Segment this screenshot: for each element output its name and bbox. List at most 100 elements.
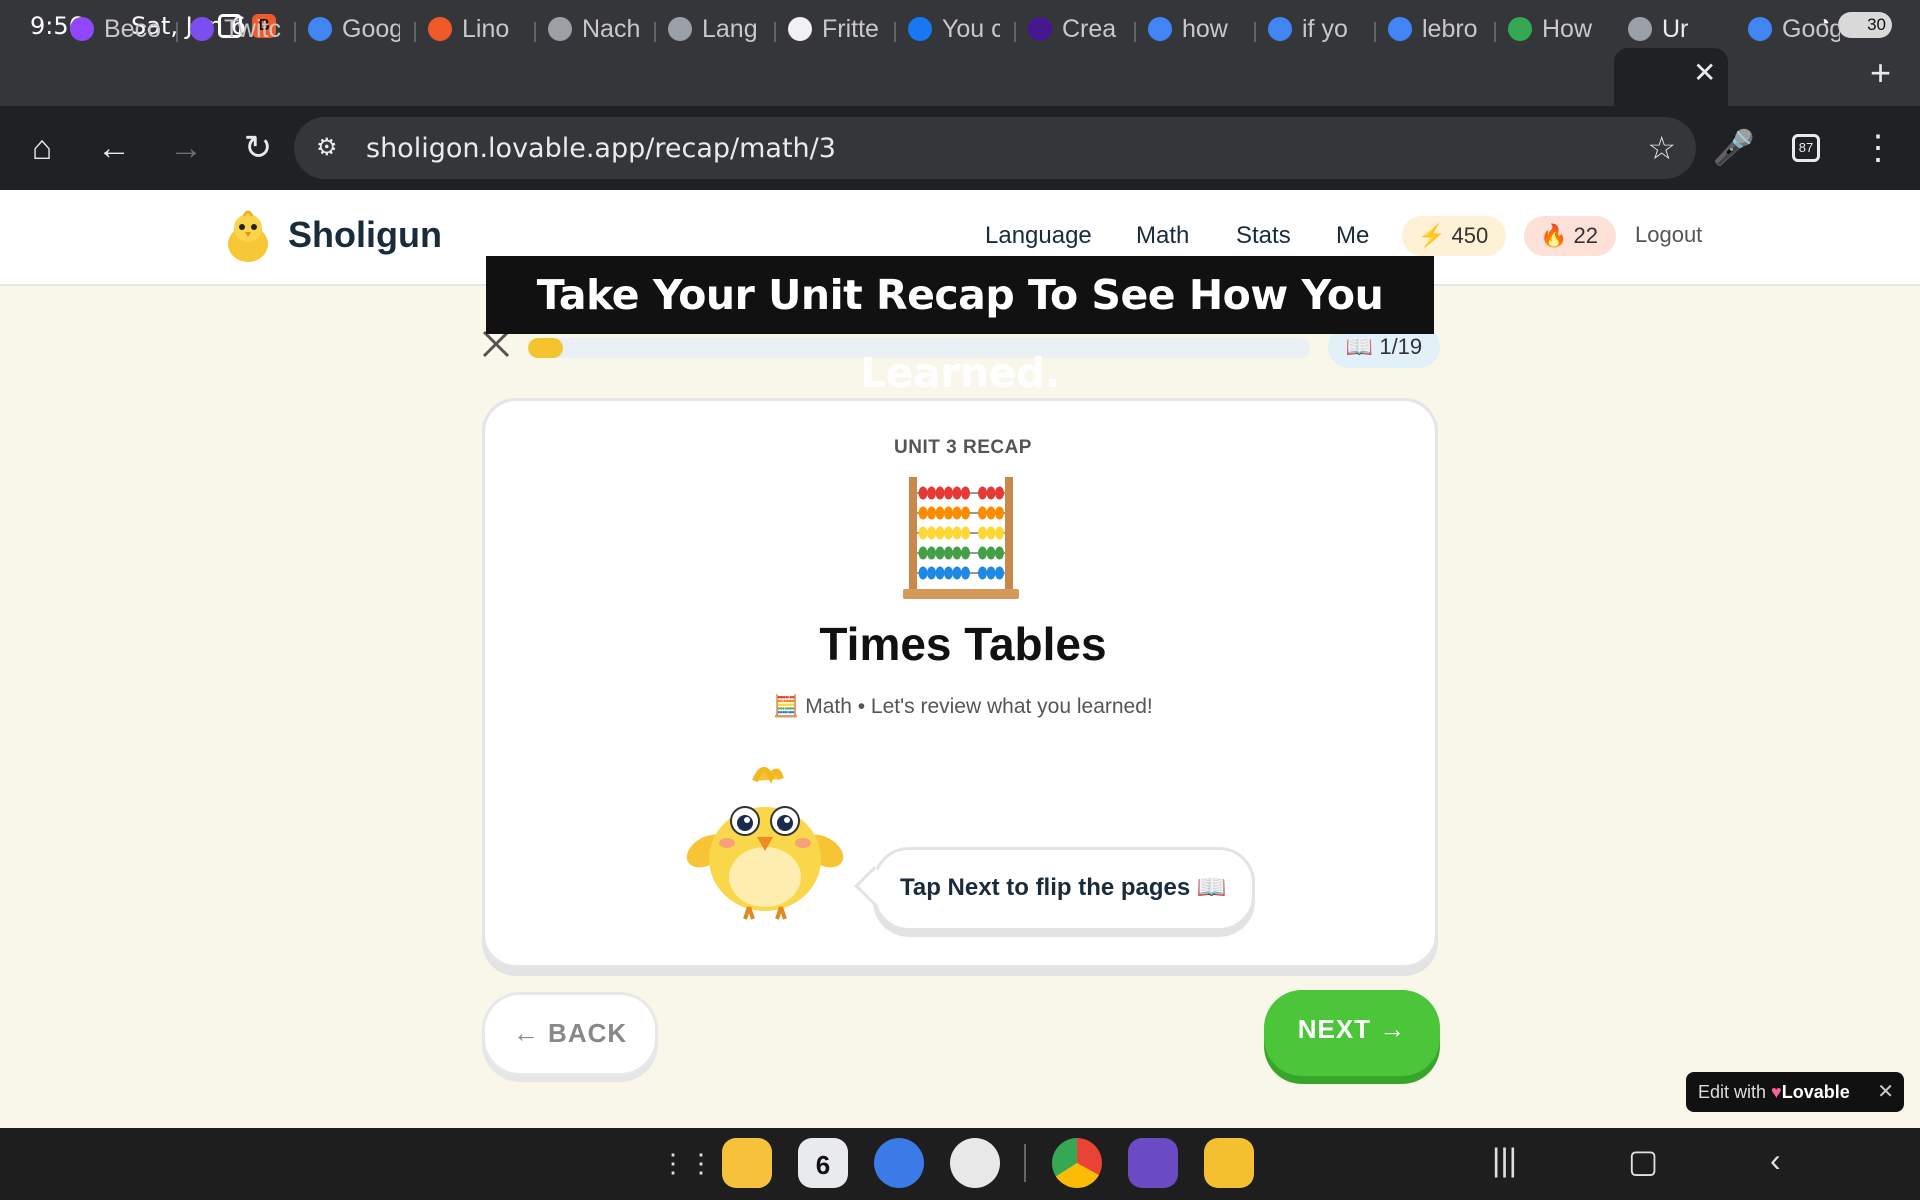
browser-tab[interactable]: Goog [308, 10, 400, 48]
abacus-bead [978, 526, 987, 540]
tab-label: Ur [1662, 14, 1688, 43]
browser-tab[interactable]: Lino [428, 10, 520, 48]
browser-tab[interactable]: how [1148, 10, 1240, 48]
browser-tab[interactable]: Lang [668, 10, 760, 48]
home-icon[interactable]: ⌂ [20, 126, 64, 170]
globe-icon [668, 17, 692, 41]
url-text[interactable]: sholigon.lovable.app/recap/math/3 [366, 133, 836, 164]
back-arrow-icon[interactable]: ← [92, 126, 136, 170]
tab-separator [894, 22, 896, 42]
abacus-bead [978, 546, 987, 560]
chick-mascot-icon [686, 767, 844, 920]
lovable-close-icon[interactable]: ✕ [1877, 1072, 1894, 1112]
camera-app-icon[interactable] [950, 1138, 1000, 1188]
abacus-bead [927, 546, 936, 560]
site-settings-icon[interactable]: ⚙ [316, 133, 338, 162]
nav-me[interactable]: Me [1336, 222, 1369, 250]
lovable-heart-icon: ♥ [1771, 1082, 1782, 1102]
edit-with-lovable-badge[interactable]: Edit with ♥Lovable ✕ [1686, 1072, 1904, 1112]
browser-tab[interactable]: Beco [70, 10, 162, 48]
files-app-icon[interactable] [722, 1138, 772, 1188]
abacus-bead [961, 526, 970, 540]
tab-label: Twitc [224, 14, 281, 43]
abacus-bead [961, 506, 970, 520]
abacus-bead [995, 486, 1004, 500]
next-button[interactable]: NEXT → [1264, 990, 1440, 1076]
chick-logo-icon[interactable] [220, 208, 276, 266]
tab-label: Goog [1782, 14, 1840, 43]
tab-separator [1134, 22, 1136, 42]
tab-separator [294, 22, 296, 42]
twitch-list-icon [190, 17, 214, 41]
tab-label: Crea [1062, 14, 1117, 43]
browser-tab[interactable]: Crea [1028, 10, 1120, 48]
recents-icon[interactable]: ||| [1492, 1142, 1517, 1179]
browser-tab[interactable]: Fritte [788, 10, 880, 48]
reload-icon[interactable]: ↻ [236, 126, 280, 170]
tab-separator [1494, 22, 1496, 42]
fritter-icon [788, 17, 812, 41]
google-icon [1388, 17, 1412, 41]
logout-button[interactable]: Logout [1635, 222, 1702, 248]
abacus-bead [995, 546, 1004, 560]
nav-stats[interactable]: Stats [1236, 222, 1291, 250]
abacus-bead [918, 486, 928, 500]
messages-app-icon[interactable] [874, 1138, 924, 1188]
abacus-bead [961, 486, 970, 500]
forward-arrow-icon[interactable]: → [164, 126, 208, 170]
browser-tab[interactable]: Ur [1628, 10, 1688, 48]
google-color-icon [1508, 17, 1532, 41]
tab-separator [176, 22, 178, 42]
abacus-bead [918, 566, 928, 580]
abacus-bead [918, 526, 928, 540]
back-button[interactable]: ← BACK [482, 992, 658, 1076]
new-tab-button[interactable]: + [1870, 52, 1891, 94]
abacus-bead [935, 566, 945, 580]
twitch-icon [70, 17, 94, 41]
video-app-icon[interactable] [1204, 1138, 1254, 1188]
abacus-bead [952, 506, 962, 520]
unit-subtitle: 🧮 Math • Let's review what you learned! [773, 695, 1153, 718]
microphone-icon[interactable]: 🎤 [1712, 126, 1756, 170]
browser-tab[interactable]: Twitc [190, 10, 282, 48]
menu-kebab-icon[interactable]: ⋮ [1856, 126, 1900, 170]
abacus-bead [995, 566, 1004, 580]
tab-label: Lino [462, 14, 510, 43]
browser-tab[interactable]: if yo [1268, 10, 1360, 48]
calendar-app-icon[interactable]: 6 [798, 1138, 848, 1188]
tab-label: How [1542, 14, 1593, 43]
abacus-bead [927, 566, 936, 580]
browser-tab[interactable]: Nach [548, 10, 640, 48]
bookmark-star-icon[interactable]: ☆ [1647, 129, 1676, 167]
abacus-bead [986, 546, 996, 560]
nav-language[interactable]: Language [985, 222, 1092, 250]
abacus-bead [918, 546, 928, 560]
tab-label: Lang [702, 14, 758, 43]
abacus-bead [935, 526, 945, 540]
chrome-app-icon[interactable] [1052, 1138, 1102, 1188]
abacus-bead [927, 526, 936, 540]
globe-icon [1628, 17, 1652, 41]
tab-label: Nach [582, 14, 640, 43]
home-nav-icon[interactable]: ▢ [1628, 1142, 1658, 1180]
lovable-prefix: Edit with [1698, 1082, 1767, 1102]
browser-tab[interactable]: How [1508, 10, 1600, 48]
speech-bubble-tail [854, 866, 894, 906]
abacus-bead [944, 566, 953, 580]
nav-math[interactable]: Math [1136, 222, 1189, 250]
address-bar[interactable]: ⚙ sholigon.lovable.app/recap/math/3 ☆ [294, 117, 1696, 179]
battery-indicator: 30 [1838, 12, 1892, 38]
tab-label: Fritte [822, 14, 879, 43]
browser-tab[interactable]: Goog [1748, 10, 1840, 48]
abacus-bead [944, 526, 953, 540]
browser-tab[interactable]: You c [908, 10, 1000, 48]
brand-name[interactable]: Sholigun [288, 214, 442, 256]
tab-label: lebro [1422, 14, 1478, 43]
back-nav-icon[interactable]: ‹ [1770, 1142, 1781, 1179]
browser-tab[interactable]: lebro [1388, 10, 1480, 48]
kahoot-icon [1028, 17, 1052, 41]
app-shortcut-icon[interactable] [1128, 1138, 1178, 1188]
close-tab-icon[interactable]: ✕ [1693, 56, 1716, 89]
xp-badge: ⚡ 450 [1402, 216, 1506, 256]
tab-count-button[interactable]: 87 [1792, 134, 1820, 162]
